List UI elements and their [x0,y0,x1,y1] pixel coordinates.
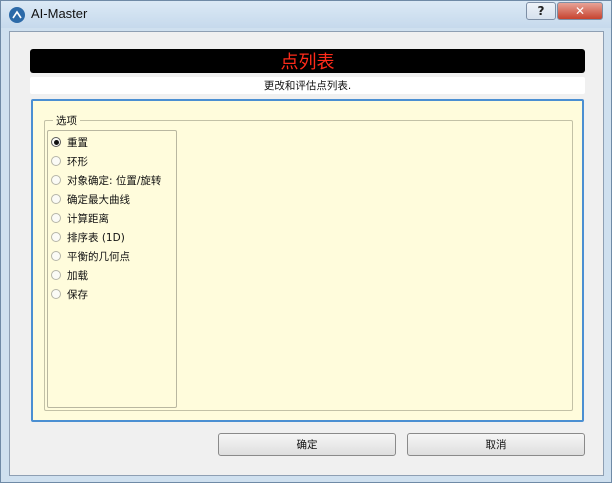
option-item[interactable]: 确定最大曲线 [51,191,175,207]
help-button[interactable]: ? [526,2,556,20]
option-label: 重置 [67,136,88,149]
option-label: 对象确定: 位置/旋转 [67,174,162,187]
help-icon: ? [537,4,545,18]
option-label: 平衡的几何点 [67,250,130,263]
option-label: 排序表 (1D) [67,231,125,244]
option-item[interactable]: 排序表 (1D) [51,229,175,245]
radio-button[interactable] [51,194,61,204]
close-button[interactable]: ✕ [557,2,603,20]
radio-button[interactable] [51,251,61,261]
option-item[interactable]: 对象确定: 位置/旋转 [51,172,175,188]
radio-button[interactable] [51,232,61,242]
page-title: 点列表 [280,52,335,73]
title-bar[interactable]: AI-Master ? ✕ [1,1,611,28]
cancel-button[interactable]: 取消 [407,433,585,456]
option-item[interactable]: 保存 [51,286,175,302]
option-item[interactable]: 加载 [51,267,175,283]
option-label: 环形 [67,155,88,168]
radio-button[interactable] [51,156,61,166]
app-logo-icon [9,7,25,23]
dialog-window: AI-Master ? ✕ 点列表 更改和评估点列表. 选项 重置环形对象确定:… [0,0,612,483]
page-subtitle: 更改和评估点列表. [263,80,352,92]
options-panel: 选项 重置环形对象确定: 位置/旋转 确定最大曲线 计算距离排序表 (1D) 平衡的几… [31,99,584,422]
radio-button[interactable] [51,289,61,299]
close-icon: ✕ [574,4,586,18]
window-title: AI-Master [31,6,88,21]
option-item[interactable]: 平衡的几何点 [51,248,175,264]
radio-selected-dot [53,139,59,145]
option-label: 加载 [67,269,88,282]
dialog-client-area: 点列表 更改和评估点列表. 选项 重置环形对象确定: 位置/旋转 确定最大曲线 计算… [9,31,604,476]
radio-button[interactable] [51,270,61,280]
option-label: 确定最大曲线 [67,193,130,206]
option-item[interactable]: 环形 [51,153,175,169]
option-label: 计算距离 [67,212,109,225]
options-group-legend: 选项 [53,113,80,128]
header-banner: 点列表 [30,49,585,73]
options-radio-list: 重置环形对象确定: 位置/旋转 确定最大曲线 计算距离排序表 (1D) 平衡的几何点加… [47,130,177,408]
subtitle-bar: 更改和评估点列表. [30,77,585,94]
option-item[interactable]: 重置 [51,134,175,150]
radio-button[interactable] [51,137,61,147]
options-group: 选项 重置环形对象确定: 位置/旋转 确定最大曲线 计算距离排序表 (1D) 平衡的几… [44,113,573,411]
option-item[interactable]: 计算距离 [51,210,175,226]
option-label: 保存 [67,288,88,301]
ok-button[interactable]: 确定 [218,433,396,456]
radio-button[interactable] [51,175,61,185]
radio-button[interactable] [51,213,61,223]
